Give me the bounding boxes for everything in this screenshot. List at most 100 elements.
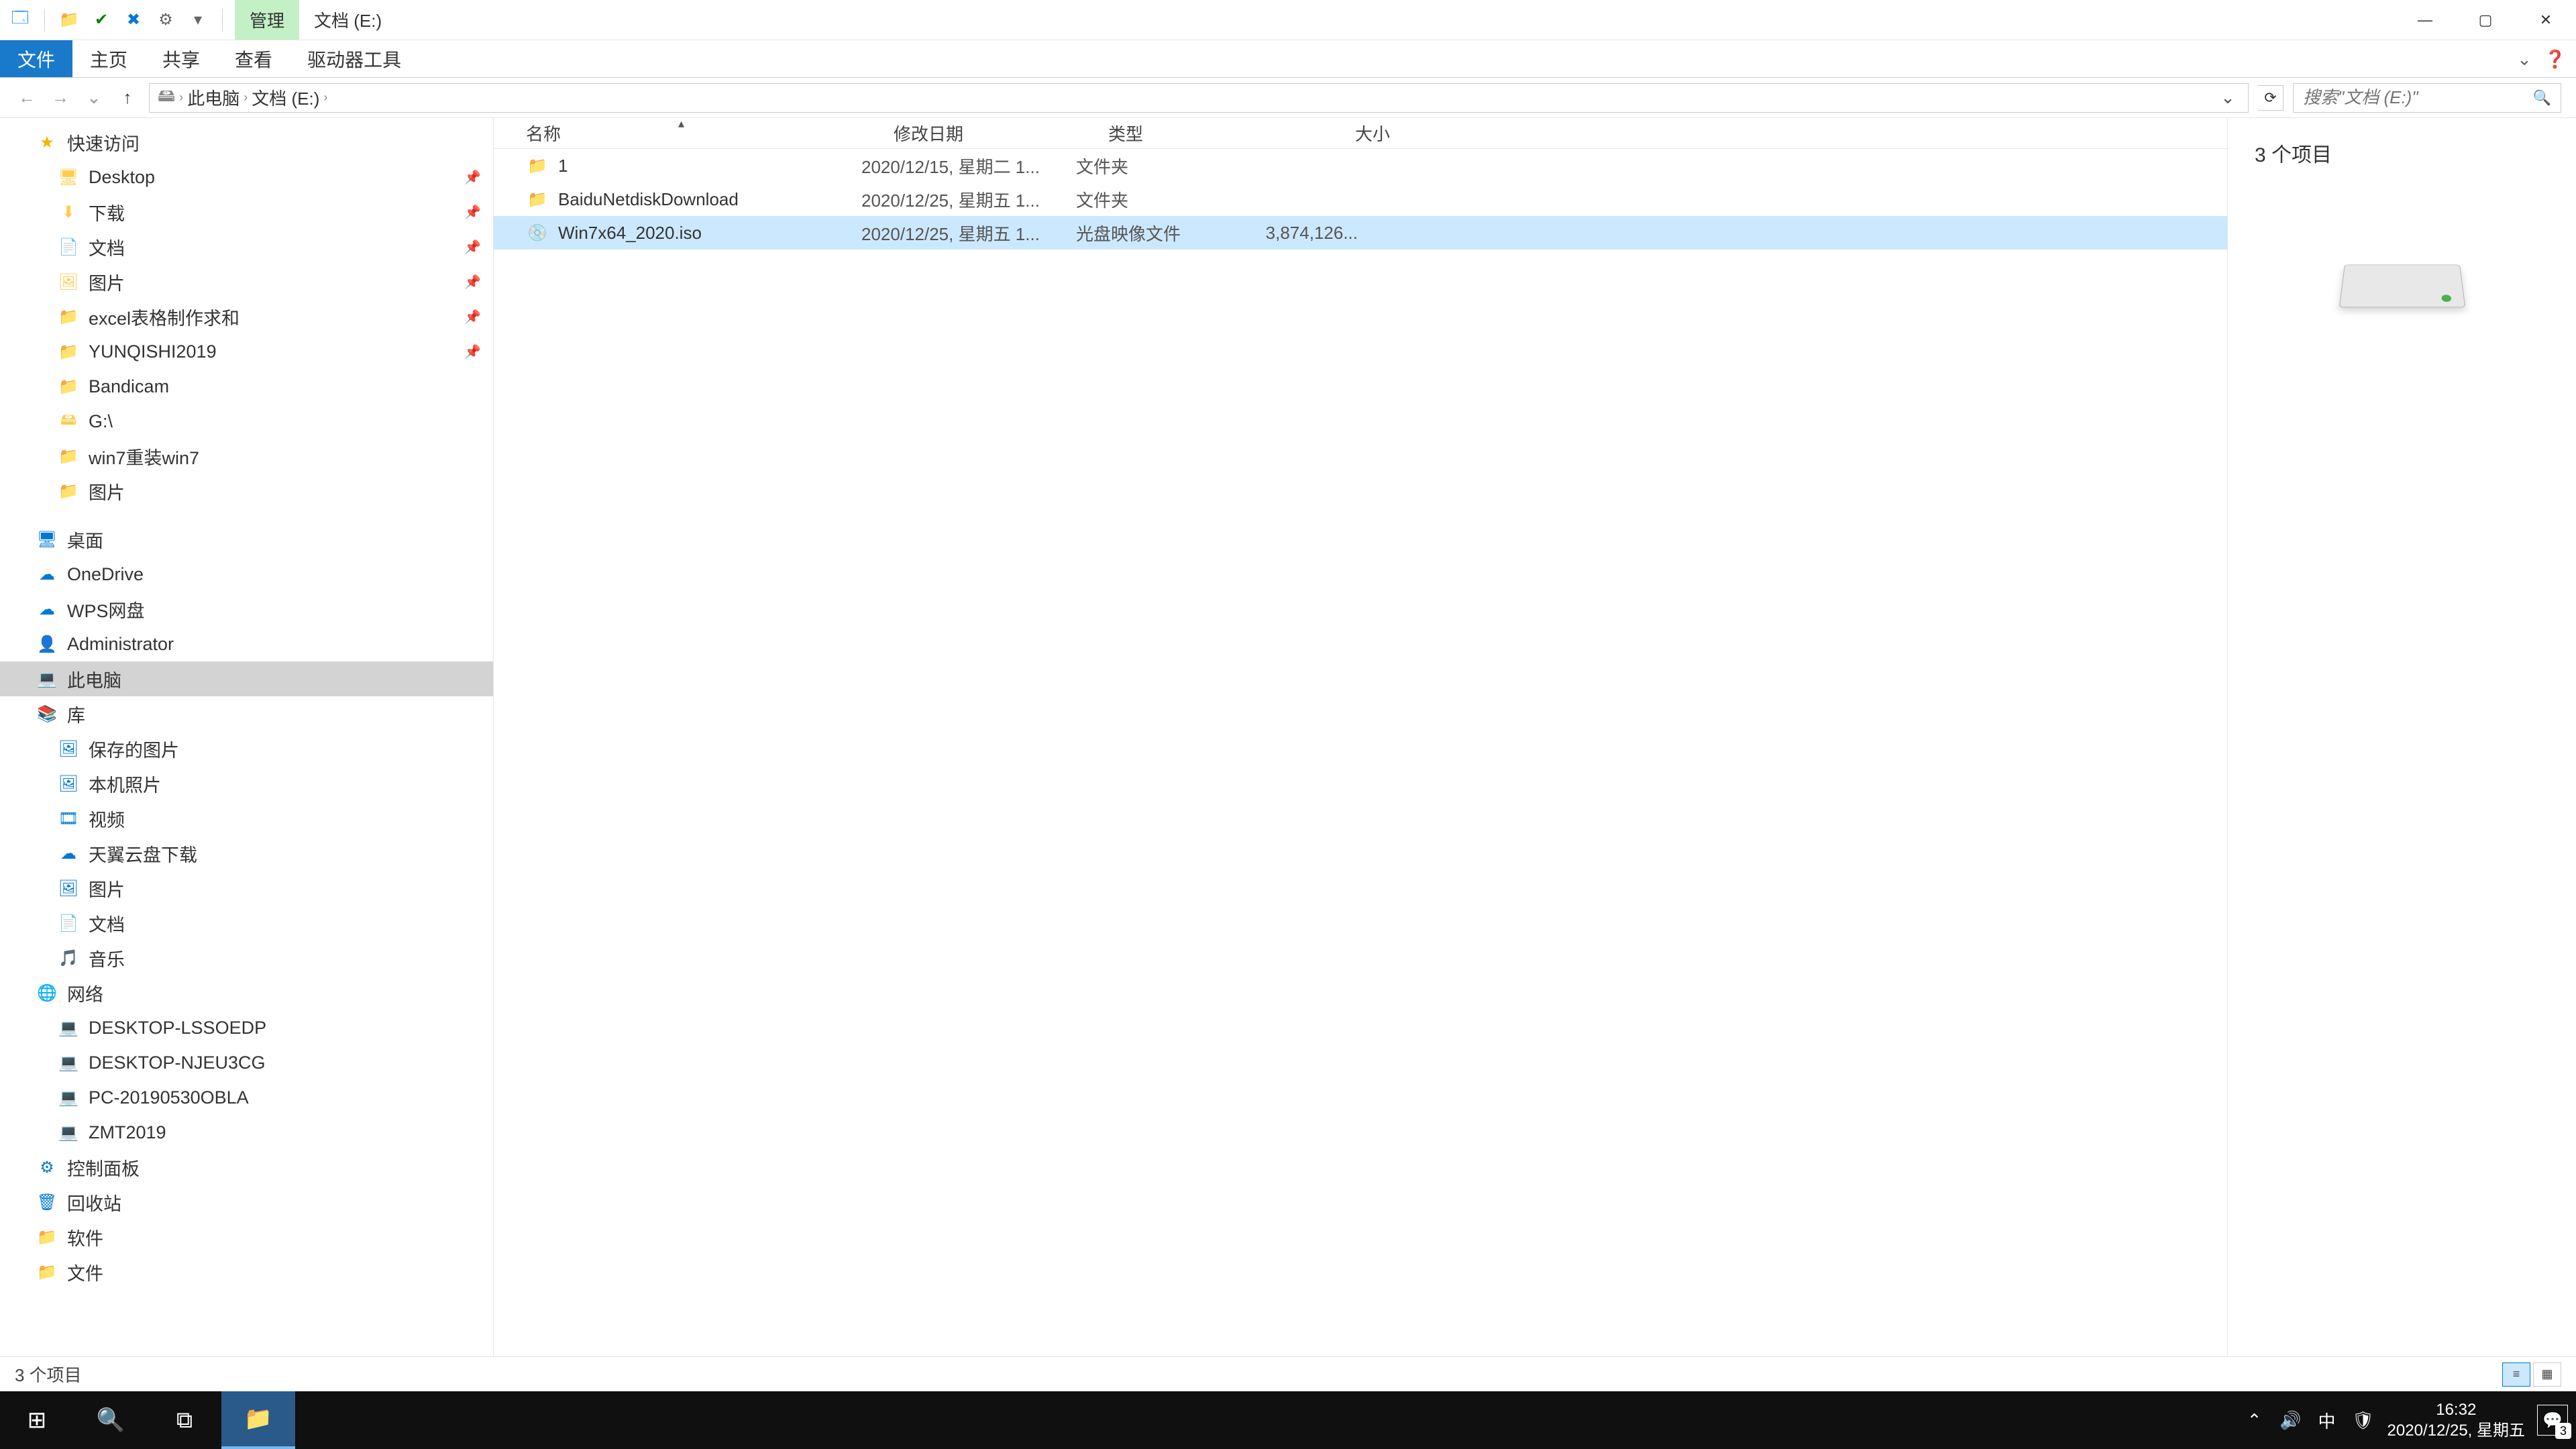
col-type[interactable]: 类型 (1108, 121, 1289, 146)
sidebar-item[interactable]: 📁YUNQISHI2019📌 (0, 334, 493, 369)
drive-thumbnail-icon (2339, 265, 2465, 308)
dropdown-icon[interactable]: ▾ (187, 9, 209, 31)
search-box[interactable]: 🔍 (2293, 83, 2561, 113)
start-button[interactable]: ⊞ (0, 1391, 74, 1449)
body: ★ 快速访问 🖥Desktop📌 ⬇ 下载 📌 📄文档📌🖼图片📌📁excel表格制作求和… (0, 118, 2576, 1356)
col-name[interactable]: 名称 (526, 121, 894, 146)
refresh-button[interactable]: ⟳ (2258, 85, 2284, 111)
file-name: 1 (558, 156, 568, 176)
sidebar-label: 快速访问 (67, 129, 140, 156)
tab-home[interactable]: 主页 (72, 40, 145, 77)
file-row[interactable]: 💿Win7x64_2020.iso2020/12/25, 星期五 1...光盘映… (494, 216, 2227, 250)
sidebar-item[interactable]: 🗑回收站 (0, 1185, 493, 1220)
file-size: 3,874,126... (1257, 223, 1371, 244)
gear-icon[interactable]: ⚙ (155, 9, 176, 31)
sidebar-item[interactable]: 📁图片 (0, 474, 493, 508)
close-button[interactable]: ✕ (2516, 0, 2576, 40)
sidebar-item[interactable]: 🎵音乐 (0, 941, 493, 975)
file-row[interactable]: 📁12020/12/15, 星期二 1...文件夹 (494, 149, 2227, 182)
address-bar[interactable]: 🖴 › 此电脑 › 文档 (E:) › ⌄ (149, 83, 2249, 113)
icons-view-button[interactable]: ▦ (2533, 1362, 2561, 1387)
folder-icon: 📁 (36, 1226, 58, 1248)
chevron-down-icon[interactable]: ⌄ (2513, 48, 2536, 70)
details-view-button[interactable]: ≡ (2502, 1362, 2530, 1387)
sidebar-item[interactable]: 🖼图片📌 (0, 264, 493, 299)
recent-dropdown[interactable]: ⌄ (82, 86, 106, 110)
sidebar-item-label: 下载 (89, 199, 125, 225)
clock[interactable]: 16:32 2020/12/25, 星期五 (2387, 1399, 2525, 1441)
sidebar-item[interactable]: 📄文档 (0, 906, 493, 941)
sidebar-item[interactable]: ⚙控制面板 (0, 1150, 493, 1185)
folder-icon: 📁 (58, 306, 79, 327)
sidebar-item[interactable]: 👤Administrator (0, 627, 493, 661)
sidebar-item[interactable]: 💻此电脑 (0, 661, 493, 696)
sidebar-item[interactable]: 💻ZMT2019 (0, 1115, 493, 1150)
separator (222, 9, 223, 32)
sidebar-desktop-root[interactable]: 🖥 桌面 (0, 522, 493, 557)
tab-drive-tools[interactable]: 驱动器工具 (290, 40, 419, 77)
file-row[interactable]: 📁BaiduNetdiskDownload2020/12/25, 星期五 1..… (494, 182, 2227, 216)
sidebar-item[interactable]: 💻DESKTOP-NJEU3CG (0, 1045, 493, 1080)
file-type: 文件夹 (1076, 187, 1257, 212)
nav-bar: ← → ⌄ ↑ 🖴 › 此电脑 › 文档 (E:) › ⌄ ⟳ 🔍 (0, 78, 2576, 118)
check-icon[interactable]: ✔ (91, 9, 112, 31)
sidebar-item[interactable]: 📄文档📌 (0, 229, 493, 264)
help-icon[interactable]: ❓ (2544, 48, 2567, 70)
sidebar-item[interactable]: 📁文件 (0, 1254, 493, 1289)
volume-icon[interactable]: 🔊 (2279, 1408, 2303, 1432)
sidebar-item[interactable]: 🖼本机照片 (0, 766, 493, 801)
search-button[interactable]: 🔍 (74, 1391, 148, 1449)
pc-icon: 💻 (58, 1087, 79, 1108)
up-button[interactable]: ↑ (115, 86, 140, 110)
search-input[interactable] (2303, 87, 2533, 108)
sidebar-item[interactable]: 📁软件 (0, 1220, 493, 1254)
notifications-button[interactable]: 💬 3 (2537, 1405, 2568, 1436)
sidebar-item[interactable]: ☁OneDrive (0, 557, 493, 592)
col-date[interactable]: 修改日期 (894, 121, 1108, 146)
col-size[interactable]: 大小 (1289, 121, 1403, 146)
minimize-button[interactable]: — (2395, 0, 2455, 40)
address-dropdown-icon[interactable]: ⌄ (2216, 87, 2240, 108)
chevron-right-icon[interactable]: › (323, 91, 327, 105)
breadcrumb-current[interactable]: 文档 (E:) (252, 85, 319, 110)
sidebar-item[interactable]: 📁Bandicam (0, 369, 493, 404)
ime-indicator[interactable]: 中 (2315, 1408, 2339, 1432)
sidebar-item[interactable]: 🎞视频 (0, 801, 493, 836)
download-icon: ⬇ (58, 201, 79, 223)
sidebar-item-label: 网络 (67, 980, 103, 1006)
chevron-right-icon[interactable]: › (244, 91, 248, 105)
close-x-icon[interactable]: ✖ (123, 9, 144, 31)
search-icon[interactable]: 🔍 (2533, 89, 2551, 107)
pin-icon: 📌 (464, 343, 481, 360)
explorer-taskbar-button[interactable]: 📁 (221, 1391, 295, 1449)
task-view-button[interactable]: ⧉ (148, 1391, 221, 1449)
back-button[interactable]: ← (15, 86, 39, 110)
breadcrumb-root[interactable]: 此电脑 (187, 85, 239, 110)
sidebar-item[interactable]: 🖥Desktop📌 (0, 160, 493, 195)
forward-button[interactable]: → (48, 86, 72, 110)
tab-file[interactable]: 文件 (0, 40, 72, 77)
sidebar-quick-access[interactable]: ★ 快速访问 (0, 125, 493, 160)
sidebar-item[interactable]: ⬇下载📌 (0, 195, 493, 229)
navigation-pane[interactable]: ★ 快速访问 🖥Desktop📌 ⬇ 下载 📌 📄文档📌🖼图片📌📁excel表格制作求和… (0, 118, 494, 1356)
maximize-button[interactable]: ▢ (2455, 0, 2516, 40)
sidebar-item[interactable]: 💻DESKTOP-LSSOEDP (0, 1010, 493, 1045)
sidebar-item[interactable]: ☁WPS网盘 (0, 592, 493, 627)
security-icon[interactable]: 🛡 (2351, 1408, 2375, 1432)
ribbon-right: ⌄ ❓ (2513, 40, 2567, 78)
tray-chevron-up-icon[interactable]: ⌃ (2243, 1408, 2267, 1432)
sidebar-item[interactable]: 📁win7重装win7 (0, 439, 493, 474)
sidebar-item[interactable]: 🖼保存的图片 (0, 731, 493, 766)
tab-share[interactable]: 共享 (145, 40, 217, 77)
desktop-icon: 🖥 (58, 166, 79, 188)
sidebar-item[interactable]: 🌐网络 (0, 975, 493, 1010)
sidebar-item[interactable]: 💻PC-20190530OBLA (0, 1080, 493, 1115)
sidebar-item[interactable]: 📁excel表格制作求和📌 (0, 299, 493, 334)
sidebar-item[interactable]: ☁天翼云盘下载 (0, 836, 493, 871)
folder-icon[interactable]: 📁 (58, 9, 80, 31)
sidebar-item[interactable]: 🖼图片 (0, 871, 493, 906)
sidebar-item[interactable]: 🖴G:\ (0, 404, 493, 439)
sidebar-item[interactable]: 📚库 (0, 696, 493, 731)
tab-view[interactable]: 查看 (217, 40, 290, 77)
chevron-right-icon[interactable]: › (179, 91, 183, 105)
